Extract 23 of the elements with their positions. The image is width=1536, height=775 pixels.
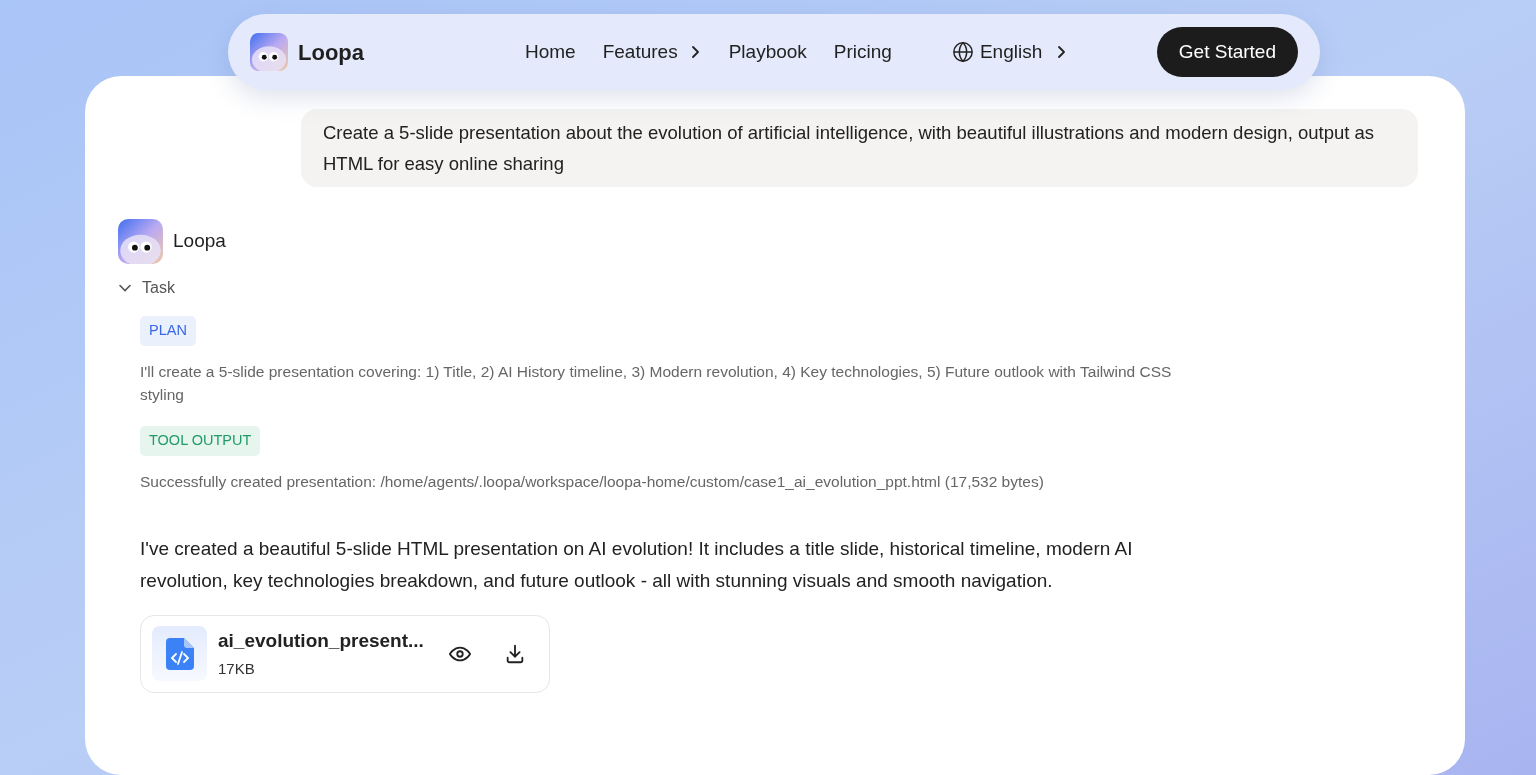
nav-link[interactable]: Playbook <box>728 37 807 67</box>
reply-text: I've created a beautiful 5-slide HTML presentation on AI evolution! It includes a title slide, historical timeline, modern AI revolution, key technologies breakdown, and future outlook - all with stunning visuals and smooth navigation. <box>139 536 1134 593</box>
download-icon <box>504 642 526 665</box>
assistant-name: Loopa <box>173 229 226 254</box>
file-size: 17KB <box>218 658 256 679</box>
language-selector[interactable]: English <box>951 37 1069 67</box>
user-message: Create a 5-slide presentation about the evolution of artificial intelligence, with beautiful illustrations and modern design, output as HTML for easy online sharing <box>301 109 1418 187</box>
step-text: Successfully created presentation: /home/agents/.loopa/workspace/loopa-home/custom/case1_ai_evolution_ppt.html (17,532 bytes) <box>140 471 1045 492</box>
code-file-icon <box>165 637 194 670</box>
step-badge: PLAN <box>140 316 196 346</box>
get-started-button[interactable]: Get Started <box>1156 27 1298 77</box>
nav-link[interactable]: Features <box>602 37 702 67</box>
step-badge: TOOL OUTPUT <box>140 425 261 456</box>
logo-icon <box>118 219 163 264</box>
task-toggle[interactable]: Task <box>118 276 175 300</box>
step-text: I'll create a 5-slide presentation covering: 1) Title, 2) AI History timeline, 3) Modern revolution, 4) Key technologies, 5) Future outlook with Tailwind CSS styling <box>140 361 1173 405</box>
file-name: ai_evolution_present... <box>218 629 424 653</box>
chevron-right-icon <box>689 45 702 59</box>
nav-link[interactable]: Home <box>525 37 576 67</box>
globe-icon <box>951 41 974 63</box>
nav-link[interactable]: Pricing <box>833 37 892 67</box>
brand-name: Loopa <box>298 38 364 67</box>
logo-icon <box>250 33 288 71</box>
